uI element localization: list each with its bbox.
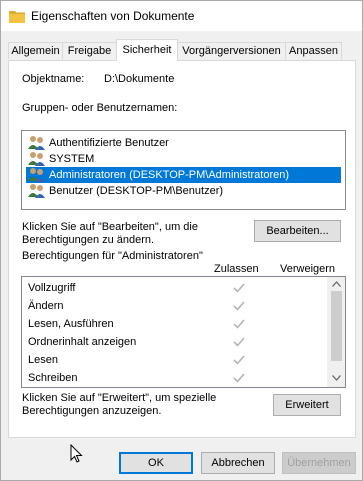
permission-row: Vollzugriff [22, 279, 322, 297]
permissions-for-label: Berechtigungen für "Administratoren" [22, 250, 203, 262]
permission-row: Ändern [22, 297, 322, 315]
object-name-value: D:\Dokumente [104, 73, 175, 85]
check-icon [233, 283, 245, 293]
tab-sicherheit[interactable]: Sicherheit [116, 39, 178, 61]
check-icon [233, 337, 245, 347]
permission-row: Ordnerinhalt anzeigen [22, 333, 322, 351]
group-item-label: Benutzer (DESKTOP-PM\Benutzer) [49, 185, 224, 197]
permission-name: Vollzugriff [28, 282, 76, 294]
vertical-scrollbar[interactable] [327, 277, 345, 387]
advanced-hint-line2: Berechtigungen anzuzeigen. [22, 405, 162, 417]
users-icon [28, 184, 45, 198]
cancel-button[interactable]: Abbrechen [201, 452, 275, 474]
check-icon [233, 355, 245, 365]
group-item[interactable]: Authentifizierte Benutzer [26, 135, 341, 151]
permission-name: Lesen, Ausführen [28, 318, 114, 330]
group-item[interactable]: SYSTEM [26, 151, 341, 167]
mouse-cursor-icon [70, 444, 83, 463]
users-icon [28, 168, 45, 182]
folder-icon [9, 11, 25, 23]
group-item-label: Authentifizierte Benutzer [49, 137, 169, 149]
window-title: Eigenschaften von Dokumente [31, 9, 195, 23]
permissions-list[interactable]: Vollzugriff Ändern Lesen, Ausführen Ordn… [21, 276, 346, 388]
tab-allgemein[interactable]: Allgemein [8, 42, 63, 59]
advanced-hint-line1: Klicken Sie auf "Erweitert", um speziell… [22, 392, 217, 404]
tab-strip: Allgemein Freigabe Sicherheit Vorgängerv… [8, 39, 356, 61]
permission-row: Lesen, Ausführen [22, 315, 322, 333]
check-icon [233, 301, 245, 311]
object-name-label: Objektname: [22, 73, 85, 85]
security-tab-page: Objektname: D:\Dokumente Gruppen- oder B… [8, 60, 356, 438]
allow-column-header: Zulassen [214, 263, 259, 275]
apply-button[interactable]: Übernehmen [282, 452, 356, 474]
group-item-label: Administratoren (DESKTOP-PM\Administrato… [49, 169, 290, 181]
permission-name: Lesen [28, 354, 58, 366]
groups-listbox[interactable]: Authentifizierte Benutzer SYSTEM Adminis… [21, 130, 346, 210]
tab-freigabe[interactable]: Freigabe [62, 42, 117, 59]
permission-name: Schreiben [28, 372, 78, 384]
scroll-down-icon[interactable] [332, 375, 341, 381]
permission-name: Ordnerinhalt anzeigen [28, 336, 137, 348]
scroll-up-icon[interactable] [332, 281, 341, 287]
tab-anpassen[interactable]: Anpassen [285, 42, 342, 59]
advanced-button[interactable]: Erweitert [273, 394, 341, 416]
ok-button[interactable]: OK [119, 452, 193, 474]
group-item-selected[interactable]: Administratoren (DESKTOP-PM\Administrato… [26, 167, 341, 183]
group-item[interactable]: Benutzer (DESKTOP-PM\Benutzer) [26, 183, 341, 199]
properties-dialog: Eigenschaften von Dokumente Allgemein Fr… [0, 0, 363, 481]
edit-hint-line2: Berechtigungen zu ändern. [22, 234, 155, 246]
permission-row: Schreiben [22, 369, 322, 387]
title-bar[interactable]: Eigenschaften von Dokumente [1, 1, 362, 31]
check-icon [233, 319, 245, 329]
deny-column-header: Verweigern [280, 263, 336, 275]
tab-vorgaengerversionen[interactable]: Vorgängerversionen [177, 42, 286, 59]
permission-row: Lesen [22, 351, 322, 369]
check-icon [233, 373, 245, 383]
scrollbar-thumb[interactable] [331, 291, 342, 361]
users-icon [28, 152, 45, 166]
permission-name: Ändern [28, 300, 64, 312]
groups-label: Gruppen- oder Benutzernamen: [22, 102, 178, 114]
edit-hint-line1: Klicken Sie auf "Bearbeiten", um die [22, 221, 198, 233]
edit-button[interactable]: Bearbeiten... [254, 220, 341, 242]
users-icon [28, 136, 45, 150]
group-item-label: SYSTEM [49, 153, 95, 165]
